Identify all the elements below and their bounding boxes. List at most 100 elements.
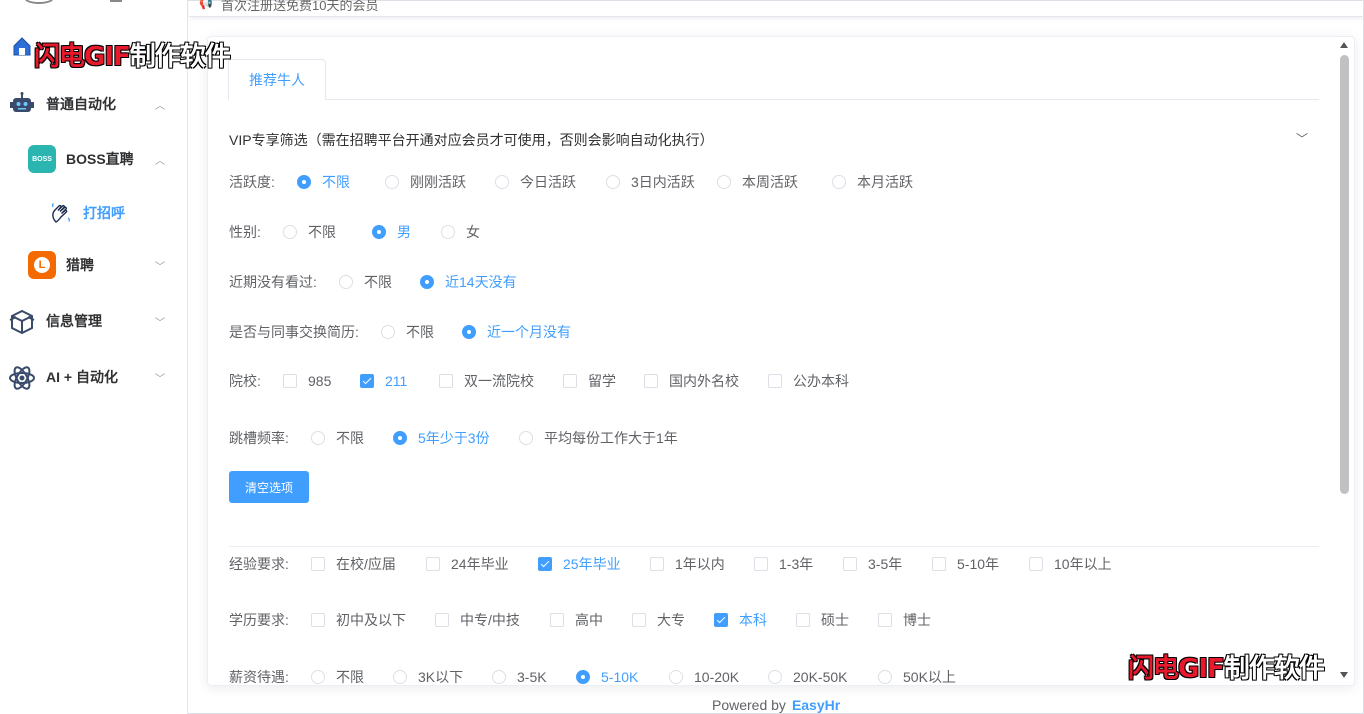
radio-button[interactable] [606,175,620,189]
checkbox[interactable] [650,557,664,571]
radio-button[interactable] [576,670,590,684]
radio-option[interactable]: 近14天没有 [420,272,517,292]
sidebar-item-general-automation[interactable]: 普通自动化 ︿ [0,84,188,124]
sidebar-item-info-management[interactable]: 信息管理 ﹀ [0,301,188,341]
checkbox[interactable] [563,374,577,388]
checkbox[interactable] [796,613,810,627]
scroll-up-arrow[interactable] [1340,42,1348,48]
checkbox-option[interactable]: 留学 [563,371,616,391]
radio-option[interactable]: 5年少于3份 [393,428,490,448]
checkbox-option[interactable]: 中专/中技 [435,610,520,630]
radio-button[interactable] [878,670,892,684]
tab-recommended-talent[interactable]: 推荐牛人 [228,59,326,100]
checkbox-option[interactable]: 在校/应届 [311,554,396,574]
radio-button[interactable] [832,175,846,189]
radio-option[interactable]: 不限 [381,322,434,342]
radio-option[interactable]: 平均每份工作大于1年 [519,428,678,448]
radio-button[interactable] [669,670,683,684]
sidebar-item-greet[interactable]: 打招呼 [0,193,188,233]
radio-option[interactable]: 不限 [311,667,364,685]
checkbox[interactable] [843,557,857,571]
radio-button[interactable] [393,431,407,445]
radio-button[interactable] [283,225,297,239]
checkbox-option[interactable]: 10年以上 [1029,554,1112,574]
checkbox[interactable] [632,613,646,627]
radio-button[interactable] [492,670,506,684]
checkbox-option[interactable]: 211 [360,371,407,391]
home-icon[interactable] [12,36,32,56]
radio-option[interactable]: 3K以下 [393,667,463,685]
checkbox[interactable] [283,374,297,388]
checkbox-option[interactable]: 博士 [878,610,931,630]
checkbox[interactable] [435,613,449,627]
radio-button[interactable] [311,431,325,445]
checkbox[interactable] [311,613,325,627]
radio-option[interactable]: 3-5K [492,667,547,685]
radio-button[interactable] [385,175,399,189]
checkbox-option[interactable]: 硕士 [796,610,849,630]
checkbox-option[interactable]: 25年毕业 [538,554,621,574]
checkbox-option[interactable]: 1年以内 [650,554,725,574]
checkbox-option[interactable]: 大专 [632,610,685,630]
checkbox[interactable] [550,613,564,627]
scrollbar-thumb[interactable] [1340,55,1349,494]
checkbox[interactable] [754,557,768,571]
radio-option[interactable]: 5-10K [576,667,638,685]
radio-button[interactable] [297,175,311,189]
checkbox[interactable] [538,557,552,571]
checkbox[interactable] [439,374,453,388]
radio-button[interactable] [420,275,434,289]
chevron-down-icon[interactable]: ﹀ [1296,130,1308,147]
radio-option[interactable]: 男 [372,222,411,242]
checkbox[interactable] [878,613,892,627]
checkbox[interactable] [644,374,658,388]
checkbox[interactable] [768,374,782,388]
radio-button[interactable] [462,325,476,339]
radio-button[interactable] [768,670,782,684]
radio-option[interactable]: 本周活跃 [717,172,798,192]
checkbox-option[interactable]: 高中 [550,610,603,630]
sidebar-item-liepin[interactable]: L 猎聘 ﹀ [0,245,188,285]
radio-option[interactable]: 近一个月没有 [462,322,571,342]
checkbox-option[interactable]: 3-5年 [843,554,902,574]
checkbox-option[interactable]: 国内外名校 [644,371,739,391]
vip-filter-title[interactable]: VIP专享筛选（需在招聘平台开通对应会员才可使用，否则会影响自动化执行） [229,130,714,150]
radio-button[interactable] [717,175,731,189]
checkbox[interactable] [714,613,728,627]
radio-button[interactable] [441,225,455,239]
radio-option[interactable]: 不限 [339,272,392,292]
radio-button[interactable] [311,670,325,684]
radio-option[interactable]: 本月活跃 [832,172,913,192]
radio-button[interactable] [519,431,533,445]
clear-options-button[interactable]: 清空选项 [229,471,309,503]
checkbox[interactable] [426,557,440,571]
sidebar-item-ai-automation[interactable]: AI + 自动化 ﹀ [0,357,188,397]
radio-option[interactable]: 不限 [297,172,350,192]
checkbox-option[interactable]: 双一流院校 [439,371,534,391]
checkbox[interactable] [311,557,325,571]
checkbox[interactable] [360,374,374,388]
checkbox-option[interactable]: 24年毕业 [426,554,509,574]
radio-option[interactable]: 不限 [311,428,364,448]
radio-button[interactable] [339,275,353,289]
radio-button[interactable] [495,175,509,189]
radio-option[interactable]: 女 [441,222,480,242]
radio-option[interactable]: 3日内活跃 [606,172,695,192]
radio-option[interactable]: 刚刚活跃 [385,172,466,192]
radio-button[interactable] [393,670,407,684]
checkbox-option[interactable]: 985 [283,371,331,391]
brand-link[interactable]: EasyHr [792,697,840,713]
checkbox-option[interactable]: 本科 [714,610,767,630]
scroll-down-arrow[interactable] [1340,672,1348,678]
checkbox-option[interactable]: 5-10年 [932,554,999,574]
radio-option[interactable]: 50K以上 [878,667,956,685]
radio-option[interactable]: 20K-50K [768,667,847,685]
radio-button[interactable] [381,325,395,339]
radio-option[interactable]: 10-20K [669,667,739,685]
sidebar-item-boss[interactable]: BOSS BOSS直聘 ︿ [0,139,188,179]
checkbox-option[interactable]: 初中及以下 [311,610,406,630]
checkbox[interactable] [1029,557,1043,571]
checkbox[interactable] [932,557,946,571]
checkbox-option[interactable]: 公办本科 [768,371,849,391]
radio-option[interactable]: 不限 [283,222,336,242]
